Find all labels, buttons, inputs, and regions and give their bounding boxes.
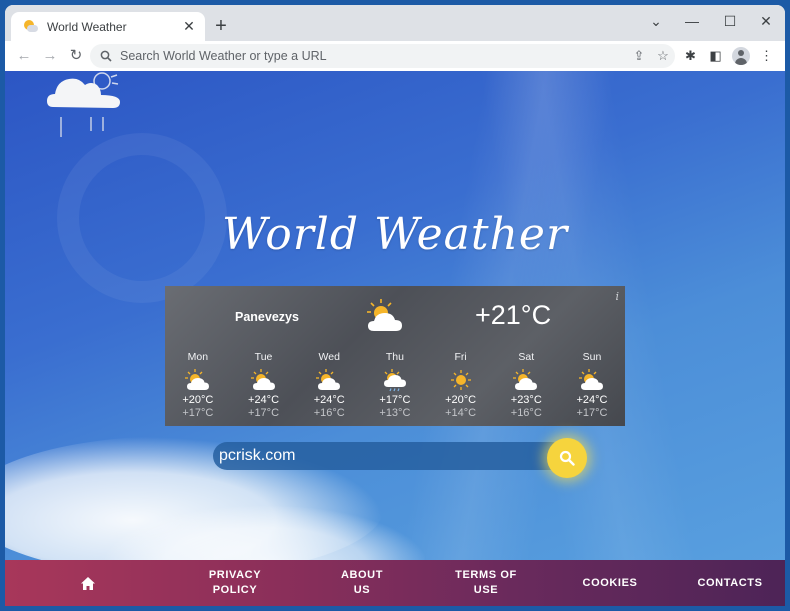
forecast-low-temp: +17°C (576, 407, 608, 419)
forward-button[interactable]: → (37, 43, 63, 69)
tab-title: World Weather (47, 19, 127, 34)
forecast-low-temp: +13°C (379, 407, 411, 419)
footer-nav: PRIVACY POLICY ABOUT US TERMS OF USE COO… (5, 560, 785, 606)
forecast-low-temp: +16°C (510, 407, 542, 419)
search-input[interactable] (219, 442, 539, 470)
footer-about-us-link[interactable]: ABOUT US (322, 560, 402, 606)
city-name: Panevezys (235, 310, 299, 324)
site-logo-cloud-rain-icon[interactable] (45, 71, 125, 141)
maximize-button[interactable]: ☐ (715, 9, 745, 33)
partly-cloudy-icon (578, 368, 605, 392)
minimize-button[interactable]: — (677, 9, 707, 33)
footer-privacy-policy-link[interactable]: PRIVACY POLICY (185, 560, 285, 606)
browser-toolbar: ← → ↻ Search World Weather or type a URL… (5, 41, 785, 71)
profile-avatar-icon[interactable] (732, 47, 750, 65)
forecast-low-temp: +16°C (313, 407, 345, 419)
forecast-row: Mon +20°C +17°C Tue +24°C +17°C Wed +24°C +16°C T… (165, 351, 625, 419)
forecast-day-name: Fri (454, 351, 467, 363)
forecast-high-temp: +20°C (182, 394, 214, 406)
info-icon[interactable]: i (615, 290, 619, 303)
partly-cloudy-icon (250, 368, 277, 392)
tab-close-icon[interactable]: ✕ (181, 18, 197, 35)
forecast-day-thu: Thu +17°C +13°C (362, 351, 428, 419)
forecast-day-tue: Tue +24°C +17°C (231, 351, 297, 419)
side-panel-icon[interactable]: ◧ (703, 48, 728, 64)
share-icon[interactable]: ⇪ (627, 48, 651, 64)
forecast-high-temp: +24°C (313, 394, 345, 406)
search-icon (100, 50, 112, 62)
sunny-icon (448, 368, 474, 392)
forecast-high-temp: +24°C (248, 394, 280, 406)
home-icon (81, 576, 95, 590)
current-temperature: +21°C (475, 300, 552, 330)
bookmark-star-icon[interactable]: ☆ (651, 48, 675, 64)
partly-cloudy-icon (316, 368, 342, 392)
search-bar (213, 442, 565, 470)
forecast-day-name: Sat (518, 351, 535, 363)
forecast-day-mon: Mon +20°C +17°C (165, 351, 231, 419)
footer-contacts-link[interactable]: CONTACTS (685, 560, 775, 606)
new-tab-button[interactable]: + (209, 15, 233, 39)
forecast-low-temp: +17°C (248, 407, 280, 419)
browser-menu-icon[interactable]: ⋮ (754, 48, 779, 64)
back-button[interactable]: ← (11, 43, 37, 69)
forecast-low-temp: +14°C (445, 407, 477, 419)
forecast-day-name: Wed (318, 351, 340, 363)
forecast-day-fri: Fri +20°C +14°C (428, 351, 494, 419)
footer-terms-of-use-link[interactable]: TERMS OF USE (436, 560, 536, 606)
forecast-day-wed: Wed +24°C +16°C (296, 351, 362, 419)
browser-window: World Weather ✕ + ⌄ — ☐ ✕ ← → ↻ Search W… (5, 5, 785, 606)
site-title: World Weather (222, 209, 568, 260)
forecast-day-sat: Sat +23°C +16°C (493, 351, 559, 419)
search-button[interactable] (547, 438, 587, 478)
footer-home-link[interactable] (53, 560, 123, 606)
close-window-button[interactable]: ✕ (751, 9, 781, 33)
page-content: World Weather i Panevezys +21°C Mon +20°C… (5, 71, 785, 606)
address-bar-placeholder: Search World Weather or type a URL (120, 49, 327, 63)
reload-button[interactable]: ↻ (63, 43, 89, 69)
forecast-day-name: Mon (187, 351, 209, 363)
search-icon (559, 450, 575, 466)
rain-sun-icon (382, 368, 408, 392)
address-bar[interactable]: Search World Weather or type a URL ⇪ ☆ (90, 44, 675, 68)
weather-favicon-icon (23, 19, 39, 35)
extensions-puzzle-icon[interactable]: ✱ (678, 48, 703, 64)
forecast-high-temp: +20°C (445, 394, 477, 406)
footer-cookies-link[interactable]: COOKIES (565, 560, 655, 606)
weather-widget: i Panevezys +21°C Mon +20°C +17°C Tue +24°C +… (165, 286, 625, 426)
tab-search-dropdown-icon[interactable]: ⌄ (641, 9, 671, 33)
forecast-day-name: Sun (582, 351, 602, 363)
partly-cloudy-icon (184, 368, 211, 392)
forecast-low-temp: +17°C (182, 407, 214, 419)
forecast-day-name: Thu (385, 351, 404, 363)
forecast-day-sun: Sun +24°C +17°C (559, 351, 625, 419)
forecast-day-name: Tue (254, 351, 273, 363)
forecast-high-temp: +23°C (510, 394, 542, 406)
forecast-high-temp: +24°C (576, 394, 608, 406)
forecast-high-temp: +17°C (379, 394, 411, 406)
sun-cloud-icon (367, 299, 402, 331)
tab-strip: World Weather ✕ + ⌄ — ☐ ✕ (5, 5, 785, 41)
partly-cloudy-icon (513, 368, 539, 392)
browser-tab[interactable]: World Weather ✕ (11, 12, 205, 41)
